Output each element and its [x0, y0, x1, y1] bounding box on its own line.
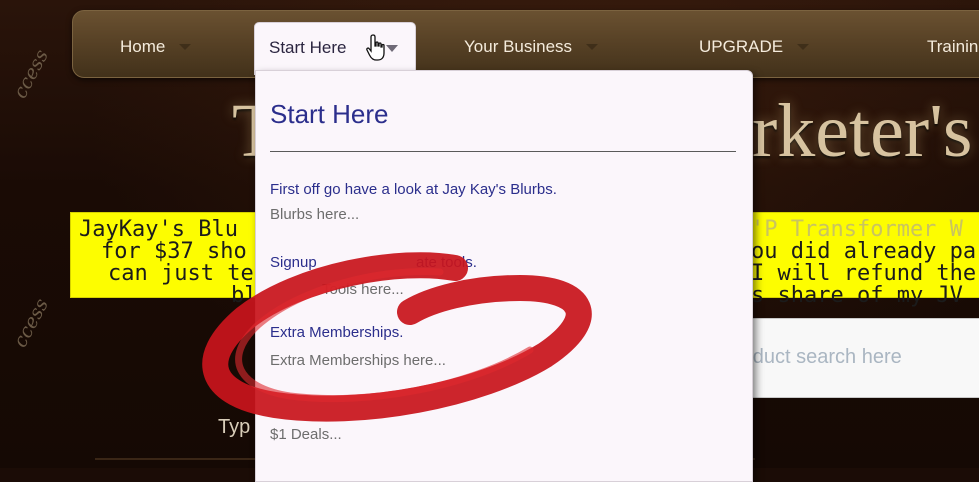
nav-home[interactable]: Home	[120, 37, 192, 57]
banner-text: s share of my JV	[751, 283, 963, 308]
main-nav: Home Your Business UPGRADE Training	[72, 10, 979, 78]
search-placeholder: roduct search here	[735, 346, 902, 368]
product-search-input[interactable]: roduct search here	[722, 318, 979, 398]
nav-your-business-label: Your Business	[464, 37, 573, 56]
nav-start-here-label: Start Here	[269, 38, 347, 57]
nav-upgrade[interactable]: UPGRADE	[699, 37, 810, 57]
dropdown-link-signup[interactable]: Signup	[270, 254, 317, 271]
nav-home-label: Home	[120, 37, 166, 56]
type-label: Typ	[218, 416, 251, 438]
hand-cursor-icon	[366, 34, 385, 61]
chevron-down-icon	[797, 44, 810, 50]
dropdown-link-extra-memberships[interactable]: Extra Memberships.	[270, 324, 403, 341]
nav-start-here[interactable]: Start Here	[254, 22, 416, 75]
dropdown-sub-extra-memberships[interactable]: Extra Memberships here...	[270, 352, 446, 369]
chevron-down-icon	[179, 44, 192, 50]
nav-training-label: Training	[927, 37, 979, 56]
chevron-down-icon	[586, 44, 599, 50]
banner-text: bl	[231, 283, 258, 308]
dropdown-sub-blurbs[interactable]: Blurbs here...	[270, 206, 359, 223]
dropdown-sub-tools[interactable]: Tools here...	[322, 281, 404, 298]
nav-upgrade-label: UPGRADE	[699, 37, 784, 56]
divider	[270, 151, 736, 152]
site-title-right: rketer's	[752, 89, 973, 173]
dropdown-heading: Start Here	[270, 99, 389, 129]
nav-your-business[interactable]: Your Business	[464, 37, 599, 57]
dropdown-link-blurbs[interactable]: First off go have a look at Jay Kay's Bl…	[270, 181, 557, 198]
nav-training[interactable]: Training	[927, 37, 979, 57]
dropdown-link-signup-tail[interactable]: ate tools.	[416, 254, 477, 271]
start-here-dropdown: Start Here First off go have a look at J…	[255, 70, 753, 482]
dropdown-link-deals[interactable]: $1 Deals...	[270, 426, 342, 443]
